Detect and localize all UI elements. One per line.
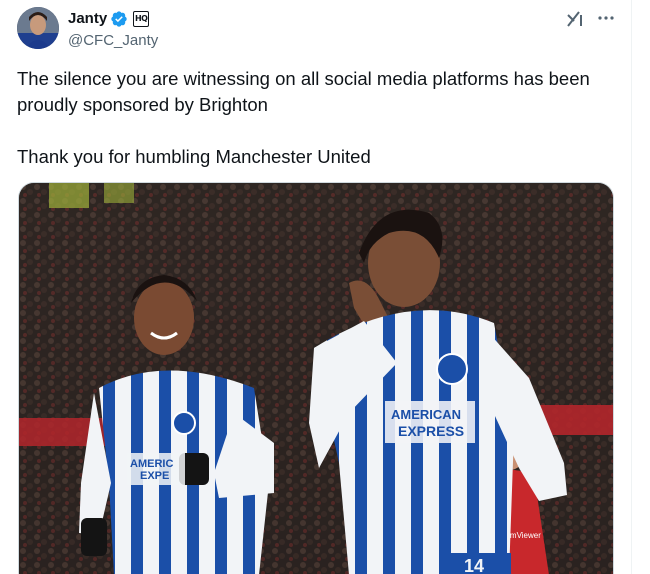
shirt-sponsor-left-text: EXPE <box>140 470 169 482</box>
photo-illustration: TeamViewer AMERIC EXPE AMERICAN EXPRESS … <box>19 183 613 574</box>
author-handle[interactable]: @CFC_Janty <box>68 31 158 51</box>
affiliate-badge-icon[interactable]: HQ <box>133 11 150 27</box>
more-options-icon[interactable] <box>597 9 615 27</box>
tweet-photo[interactable]: TeamViewer AMERIC EXPE AMERICAN EXPRESS … <box>18 182 614 574</box>
tweet-text-line: The silence you are witnessing on all so… <box>17 68 590 89</box>
tweet-text-line: proudly sponsored by Brighton <box>17 94 268 115</box>
shirt-sponsor-right: AMERICAN <box>391 407 461 422</box>
tweet-text-line: Thank you for humbling Manchester United <box>17 146 371 167</box>
tweet-text: The silence you are witnessing on all so… <box>17 66 617 170</box>
verified-badge-icon[interactable] <box>110 10 128 28</box>
grok-icon[interactable] <box>565 9 585 29</box>
author-name-row: Janty HQ <box>68 9 150 29</box>
shirt-sponsor-left-text: AMERIC <box>130 458 173 470</box>
display-name[interactable]: Janty <box>68 9 107 29</box>
shirt-sponsor-right-line2: EXPRESS <box>398 423 464 439</box>
column-divider <box>631 0 632 574</box>
shirt-number: 14 <box>464 556 484 574</box>
avatar[interactable] <box>17 7 59 49</box>
shirt-sponsor-right-line1: AMERICAN <box>391 407 461 422</box>
tweet-card[interactable]: Janty HQ @CFC_Janty The silence you are … <box>0 0 632 574</box>
